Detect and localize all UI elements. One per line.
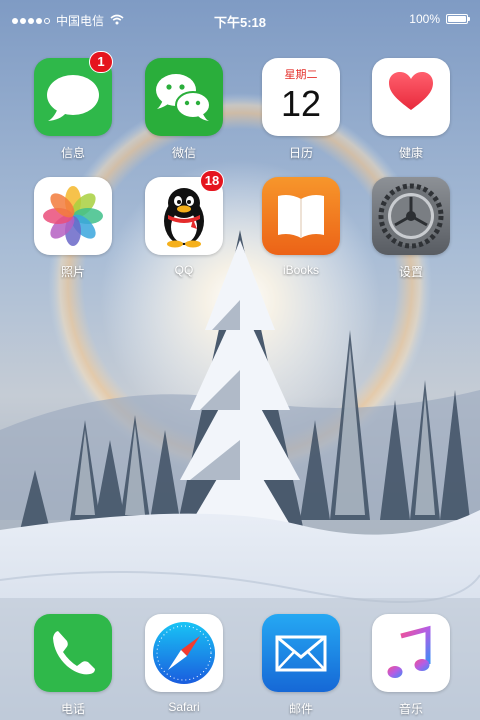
app-health[interactable]: 健康 — [356, 58, 466, 161]
dock-app-phone[interactable]: 电话 — [18, 614, 128, 717]
open-book-icon — [262, 177, 340, 255]
heart-icon — [372, 58, 450, 136]
photos-flower-icon — [34, 177, 112, 255]
dock-label-music: 音乐 — [398, 702, 423, 716]
music-note-icon — [372, 614, 450, 692]
app-label-settings: 设置 — [398, 265, 423, 279]
app-label-ibooks: iBooks — [282, 263, 320, 277]
app-qq[interactable]: 18 QQ — [129, 170, 239, 277]
app-label-calendar: 日历 — [288, 146, 313, 160]
phone-handset-icon — [34, 614, 112, 692]
dock-label-phone: 电话 — [60, 702, 85, 716]
status-right: 100% — [409, 12, 470, 26]
app-wechat[interactable]: 微信 — [129, 58, 239, 161]
calendar-day: 12 — [280, 83, 322, 124]
calendar-icon: 星期二 12 — [262, 58, 340, 136]
dock-label-safari: Safari — [168, 700, 200, 714]
status-time: 下午5:18 — [213, 15, 267, 30]
app-settings[interactable]: 设置 — [356, 177, 466, 280]
app-photos[interactable]: 照片 — [18, 177, 128, 280]
dock-app-mail[interactable]: 邮件 — [246, 614, 356, 717]
app-label-health: 健康 — [398, 146, 423, 160]
status-bar: 中国电信 下午5:18 100% — [0, 0, 480, 40]
calendar-weekday: 星期二 — [284, 69, 318, 81]
dock-app-safari[interactable]: Safari — [129, 614, 239, 714]
app-label-photos: 照片 — [60, 265, 85, 279]
app-label-qq: QQ — [174, 263, 194, 277]
wechat-bubbles-icon — [145, 58, 223, 136]
app-ibooks[interactable]: iBooks — [246, 177, 356, 277]
envelope-icon — [262, 614, 340, 692]
battery-icon — [446, 14, 470, 24]
battery-percent: 100% — [409, 12, 440, 26]
app-calendar[interactable]: 星期二 12 日历 — [246, 58, 356, 161]
dock-label-mail: 邮件 — [288, 702, 313, 716]
qq-badge: 18 — [200, 170, 224, 192]
messages-badge: 1 — [89, 51, 113, 73]
gear-icon — [372, 177, 450, 255]
compass-icon — [145, 614, 223, 692]
dock-app-music[interactable]: 音乐 — [356, 614, 466, 717]
app-label-wechat: 微信 — [171, 146, 196, 160]
app-messages[interactable]: 1 信息 — [18, 51, 128, 161]
app-label-messages: 信息 — [60, 146, 85, 160]
